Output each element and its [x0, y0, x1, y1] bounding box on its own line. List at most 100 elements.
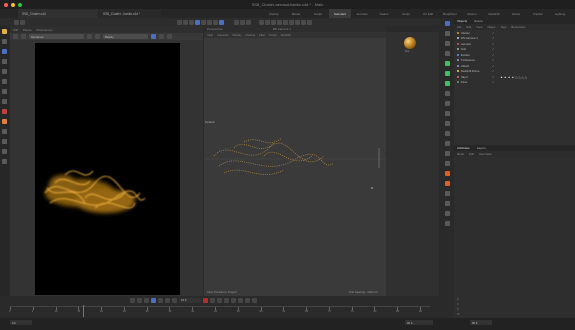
- layout-tab[interactable]: Vertex: [505, 9, 527, 18]
- measure-icon[interactable]: [2, 139, 7, 144]
- menu-redshift[interactable]: Redshift: [281, 33, 291, 37]
- enabled-check-icon[interactable]: ✓: [492, 75, 494, 79]
- camera-tool-icon[interactable]: [444, 191, 450, 196]
- zoom-icon[interactable]: [159, 34, 164, 39]
- previous-frame-icon[interactable]: [144, 297, 149, 303]
- layout-tab[interactable]: Motion: [461, 9, 483, 18]
- layout-tab[interactable]: Redshift: [483, 9, 505, 18]
- menu-ipr[interactable]: IPR: [13, 28, 18, 32]
- enabled-check-icon[interactable]: ✓: [492, 42, 494, 46]
- tab-document-2[interactable]: SS8_Cluster...hanks.c4d *: [99, 9, 161, 18]
- enabled-check-icon[interactable]: ✓: [492, 58, 494, 62]
- enabled-check-icon[interactable]: ✓: [492, 31, 494, 35]
- deformer-tool-icon[interactable]: [444, 91, 450, 96]
- end-frame-field[interactable]: 90 F: [405, 320, 433, 325]
- menu-edit[interactable]: Edit: [467, 25, 472, 29]
- extrude-icon[interactable]: [2, 99, 7, 104]
- layout-tab[interactable]: BodyPaint: [439, 9, 461, 18]
- menu-view[interactable]: View: [207, 33, 213, 37]
- redshift-light-icon[interactable]: [444, 181, 450, 186]
- menu-preferences[interactable]: Preferences: [37, 28, 53, 32]
- pla-key-icon[interactable]: [252, 297, 257, 303]
- xpresso-icon[interactable]: [444, 211, 450, 216]
- go-to-start-icon[interactable]: [130, 297, 135, 303]
- object-icon[interactable]: [444, 21, 450, 26]
- light-icon[interactable]: [307, 19, 312, 25]
- object-row[interactable]: Floor ✓: [454, 80, 575, 86]
- menu-pause[interactable]: Pause: [23, 28, 32, 32]
- current-frame-field[interactable]: 16 F: [179, 297, 201, 303]
- coord-row[interactable]: 0 °: [454, 312, 575, 317]
- object-tags[interactable]: ▲ ▲ ▲ ▲ △ △ △ △: [500, 75, 527, 79]
- spline-icon[interactable]: [444, 31, 450, 36]
- play-icon[interactable]: [13, 34, 18, 39]
- max-frame-field[interactable]: 90 F: [470, 320, 492, 325]
- field-icon[interactable]: [283, 19, 288, 25]
- cloner-icon[interactable]: [444, 71, 450, 76]
- effector-icon[interactable]: [444, 81, 450, 86]
- menu-bookmarks[interactable]: Bookmarks: [511, 25, 525, 29]
- menu-object[interactable]: Object: [487, 25, 495, 29]
- menu-filter[interactable]: Filter: [259, 33, 265, 37]
- layout-tab[interactable]: Tracker: [527, 9, 549, 18]
- next-frame-icon[interactable]: [158, 297, 163, 303]
- layout-tab[interactable]: Sculpt: [307, 9, 329, 18]
- menu-cameras[interactable]: Cameras: [217, 33, 228, 37]
- position-key-icon[interactable]: [224, 297, 229, 303]
- layout-tab[interactable]: UV Edit: [417, 9, 439, 18]
- brush-icon[interactable]: [2, 109, 7, 114]
- rotate-icon[interactable]: [189, 19, 194, 25]
- layout-tab[interactable]: Script: [395, 9, 417, 18]
- region-icon[interactable]: [95, 34, 100, 39]
- field-tool-icon[interactable]: [444, 101, 450, 106]
- deformer-icon[interactable]: [289, 19, 294, 25]
- play-forward-icon[interactable]: [151, 297, 156, 303]
- parameter-key-icon[interactable]: [245, 297, 250, 303]
- layout-tab[interactable]: Model: [285, 9, 307, 18]
- live-selection-icon[interactable]: [195, 19, 200, 25]
- aov-dropdown[interactable]: Beauty: [103, 34, 148, 39]
- camera-icon[interactable]: [301, 19, 306, 25]
- coordinate-x-icon[interactable]: [201, 19, 206, 25]
- world-axis-icon[interactable]: [219, 19, 224, 25]
- tab-layers[interactable]: Layers: [477, 146, 486, 150]
- tab-attributes[interactable]: Attributes: [457, 146, 470, 150]
- menu-edit-attr[interactable]: Edit: [469, 152, 474, 156]
- scale-tool-icon[interactable]: [2, 59, 7, 64]
- character-icon[interactable]: [444, 151, 450, 156]
- subdivision-icon[interactable]: [271, 19, 276, 25]
- coordinate-z-icon[interactable]: [213, 19, 218, 25]
- enabled-check-icon[interactable]: ✓: [492, 47, 494, 51]
- paint-icon[interactable]: [2, 119, 7, 124]
- lock-icon[interactable]: [151, 34, 156, 39]
- rotate-tool-icon[interactable]: [2, 69, 7, 74]
- autokey-icon[interactable]: [210, 297, 215, 303]
- layout-tab[interactable]: Startup: [263, 9, 285, 18]
- previous-key-icon[interactable]: [137, 297, 142, 303]
- layer-icon[interactable]: [444, 221, 450, 226]
- snap-icon[interactable]: [2, 149, 7, 154]
- layout-tab[interactable]: Animate: [351, 9, 373, 18]
- knife-icon[interactable]: [2, 89, 7, 94]
- select-icon[interactable]: [2, 29, 7, 34]
- generator-icon[interactable]: [444, 51, 450, 56]
- simulation-icon[interactable]: [444, 141, 450, 146]
- move-tool-icon[interactable]: [2, 39, 7, 44]
- volume-icon[interactable]: [444, 111, 450, 116]
- sketch-icon[interactable]: [444, 161, 450, 166]
- keyframe-selection-icon[interactable]: [217, 297, 222, 303]
- environment-icon[interactable]: [444, 201, 450, 206]
- timeline-ruler[interactable]: 0 5 10 15 20 25 30 35 40 45 50 55 60 65 70 75 80 85 90: [9, 305, 430, 317]
- render-picture-viewer-icon[interactable]: [240, 19, 245, 25]
- go-to-end-icon[interactable]: [172, 297, 177, 303]
- menu-user-data[interactable]: User Data: [479, 152, 492, 156]
- move-icon[interactable]: [177, 19, 182, 25]
- render-canvas[interactable]: [35, 43, 180, 295]
- render-settings-icon[interactable]: [246, 19, 251, 25]
- enabled-check-icon[interactable]: ✓: [492, 80, 494, 84]
- snapshot-icon[interactable]: [87, 34, 92, 39]
- next-key-icon[interactable]: [165, 297, 170, 303]
- menu-tags[interactable]: Tags: [500, 25, 506, 29]
- menu-display[interactable]: Display: [232, 33, 241, 37]
- nurbs-icon[interactable]: [444, 41, 450, 46]
